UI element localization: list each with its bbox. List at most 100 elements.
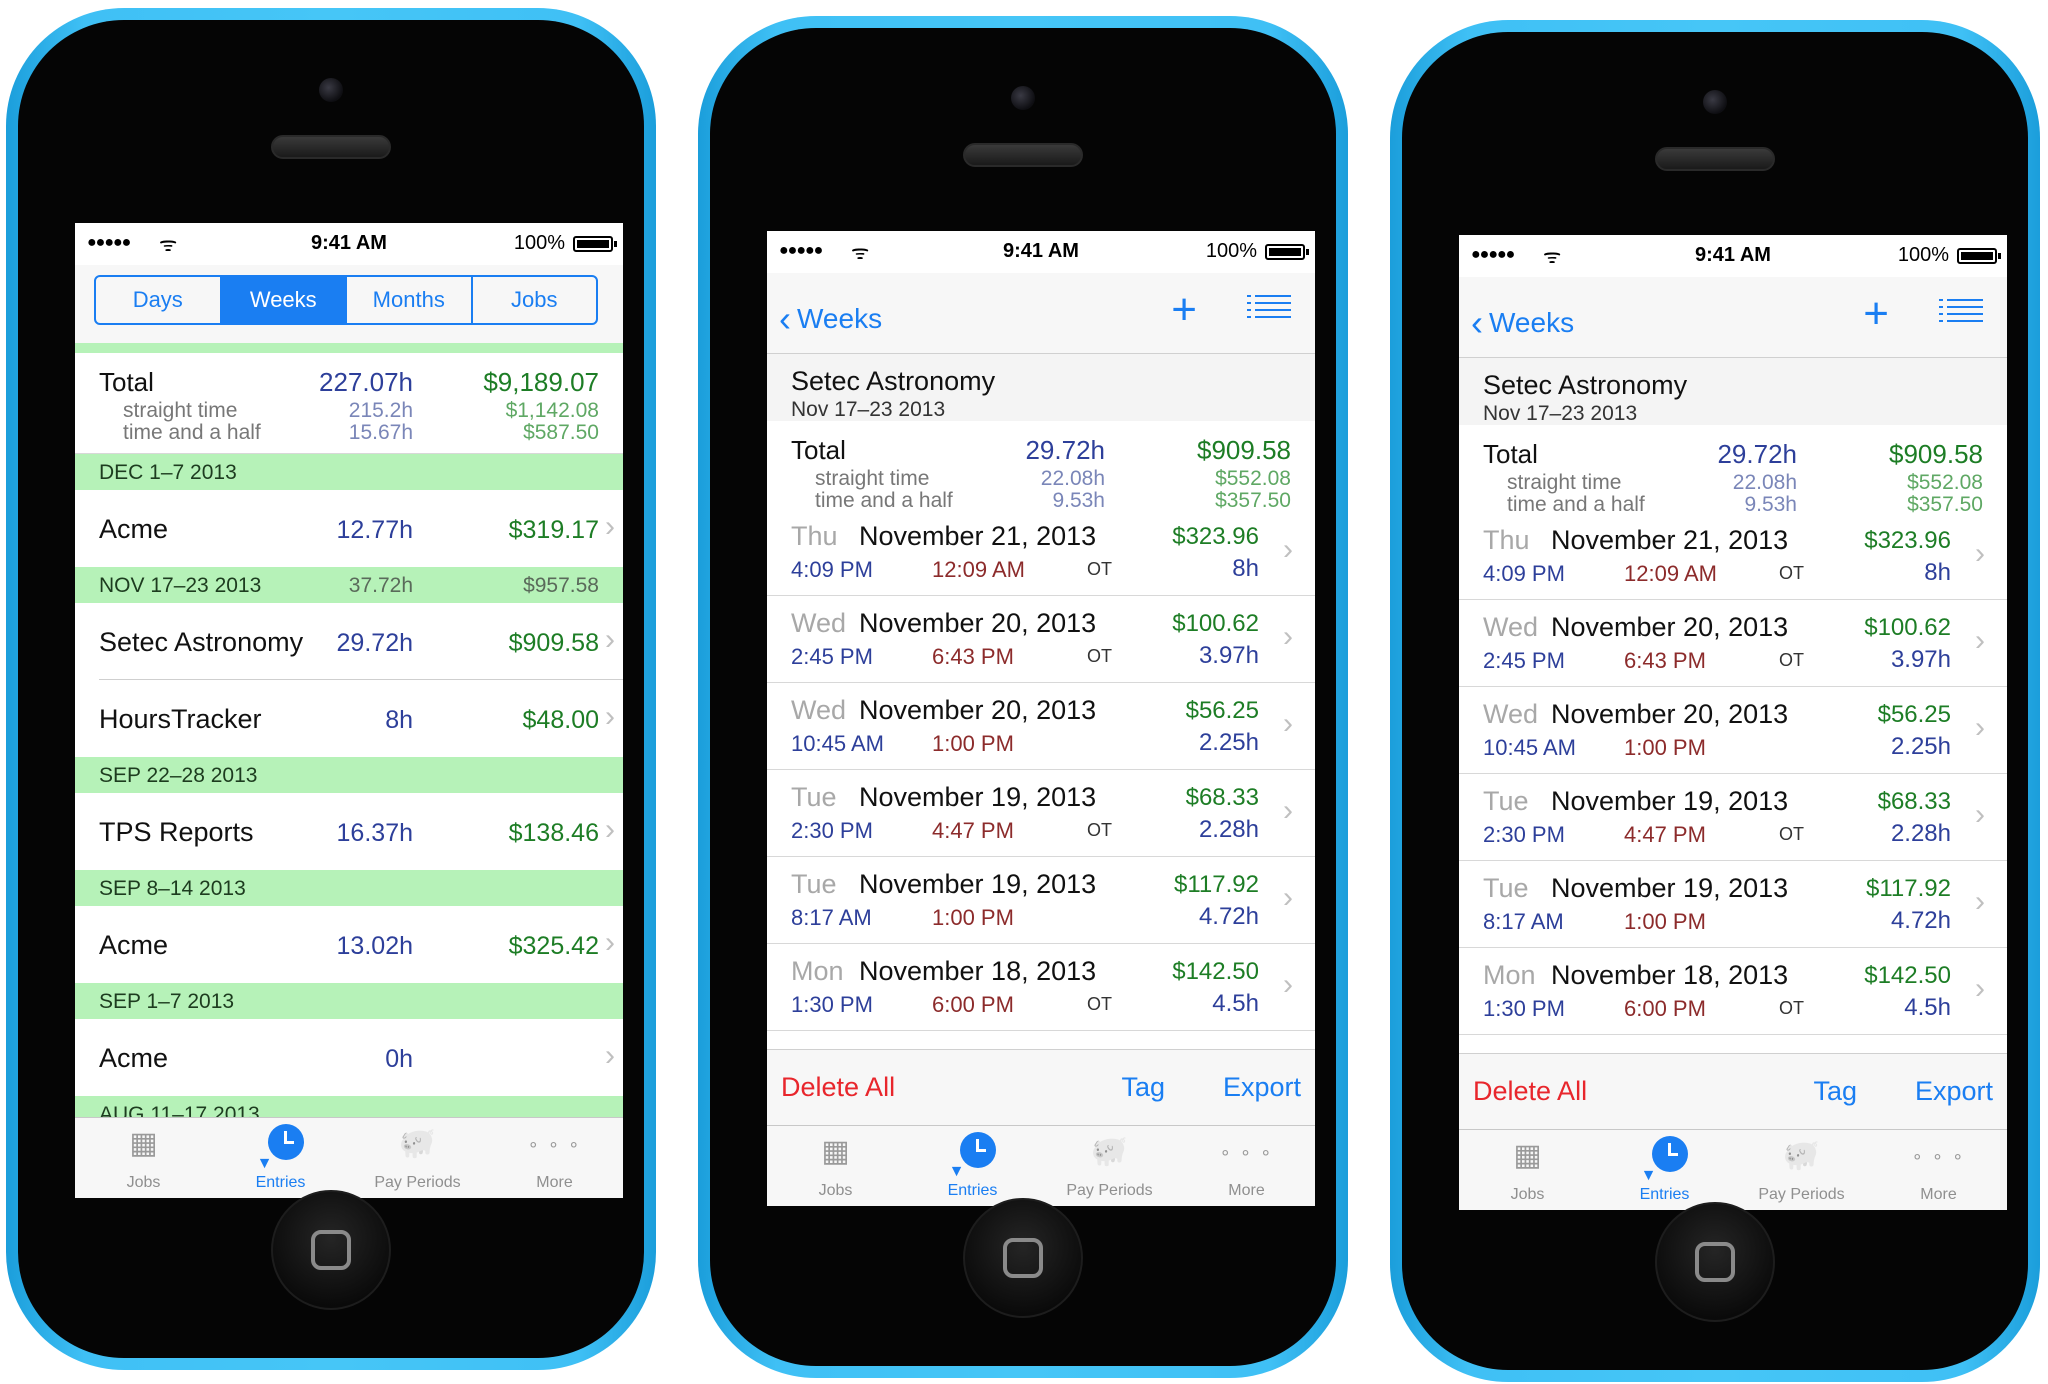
segment-days[interactable]: Days bbox=[96, 277, 222, 323]
total-amount: $9,189.07 bbox=[483, 367, 599, 397]
entry-end-time: 4:47 PM bbox=[932, 818, 1014, 843]
back-button[interactable]: ‹ Weeks bbox=[779, 295, 882, 339]
tab-entries[interactable]: ▼ Entries bbox=[212, 1118, 349, 1198]
tab-jobs[interactable]: ▦ Jobs bbox=[75, 1118, 212, 1198]
time-and-half-hours: 9.53h bbox=[1744, 493, 1797, 513]
entry-weekday: Tue bbox=[1483, 786, 1529, 816]
entry-date: November 21, 2013 bbox=[859, 521, 1097, 551]
tab-jobs[interactable]: ▦ Jobs bbox=[1459, 1130, 1596, 1210]
tab-more[interactable]: ∘ ∘ ∘ More bbox=[1178, 1126, 1315, 1206]
piggy-bank-icon: 🐖 bbox=[398, 1127, 437, 1160]
time-entry-row[interactable]: Wed November 20, 2013 10:45 AM 1:00 PM $… bbox=[1459, 687, 2007, 774]
entry-end-time: 12:09 AM bbox=[1624, 561, 1717, 586]
segment-weeks[interactable]: Weeks bbox=[221, 277, 347, 323]
add-entry-button[interactable]: + bbox=[1863, 289, 1889, 339]
tab-more[interactable]: ∘ ∘ ∘ More bbox=[486, 1118, 623, 1198]
home-button[interactable] bbox=[1655, 1202, 1775, 1322]
time-entry-row[interactable]: Thu November 21, 2013 4:09 PM 12:09 AM O… bbox=[767, 509, 1315, 596]
week-header: AUG 11–17 2013 bbox=[75, 1096, 623, 1118]
time-entry-row[interactable]: Tue November 19, 2013 2:30 PM 4:47 PM OT… bbox=[1459, 774, 2007, 861]
entry-end-time: 1:00 PM bbox=[1624, 735, 1706, 760]
week-header: NOV 17–23 2013 37.72h $957.58 bbox=[75, 567, 623, 603]
back-button[interactable]: ‹ Weeks bbox=[1471, 299, 1574, 343]
entries-list[interactable]: Total straight time time and a half 29.7… bbox=[767, 421, 1315, 1050]
job-hours: 29.72h bbox=[336, 629, 413, 657]
entries-list[interactable]: Total straight time time and a half 29.7… bbox=[1459, 425, 2007, 1054]
chevron-right-icon: › bbox=[1283, 968, 1293, 1001]
entry-end-time: 4:47 PM bbox=[1624, 822, 1706, 847]
job-row[interactable]: Acme 0h › bbox=[75, 1019, 623, 1096]
entry-amount: $100.62 bbox=[1864, 614, 1951, 641]
overtime-badge: OT bbox=[1779, 998, 1804, 1018]
time-entry-row[interactable]: Tue November 19, 2013 2:30 PM 4:47 PM OT… bbox=[767, 770, 1315, 857]
entry-date: November 18, 2013 bbox=[859, 956, 1097, 986]
phone-detail-a: ●●●●● ᯤ 9:41 AM 100% ‹ Weeks + Setec Astr… bbox=[698, 16, 1348, 1378]
home-button[interactable] bbox=[271, 1190, 391, 1310]
job-week-detail-screen: ●●●●● ᯤ 9:41 AM 100% ‹ Weeks + Setec Astr… bbox=[1459, 235, 2007, 1210]
time-entry-row[interactable]: Wed November 20, 2013 10:45 AM 1:00 PM $… bbox=[767, 683, 1315, 770]
home-button[interactable] bbox=[963, 1198, 1083, 1318]
camera-icon bbox=[1011, 86, 1035, 110]
job-row[interactable]: TPS Reports 16.37h $138.46 › bbox=[75, 793, 623, 870]
export-button[interactable]: Export bbox=[1915, 1076, 1993, 1107]
delete-all-button[interactable]: Delete All bbox=[781, 1072, 895, 1103]
entry-weekday: Mon bbox=[791, 956, 844, 986]
overtime-badge: OT bbox=[1087, 646, 1112, 666]
action-bar: Delete All Tag Export bbox=[1459, 1053, 2007, 1130]
time-entry-row[interactable]: Wed November 20, 2013 2:45 PM 6:43 PM OT… bbox=[1459, 600, 2007, 687]
overtime-badge: OT bbox=[1779, 824, 1804, 844]
tab-label: More bbox=[1228, 1182, 1265, 1199]
speaker-grille bbox=[271, 135, 391, 159]
building-icon: ▦ bbox=[1513, 1139, 1542, 1172]
tag-button[interactable]: Tag bbox=[1121, 1072, 1165, 1103]
tab-pay-periods[interactable]: 🐖 Pay Periods bbox=[1733, 1130, 1870, 1210]
clock-icon bbox=[960, 1132, 997, 1168]
entry-start-time: 4:09 PM bbox=[791, 557, 873, 582]
week-header: SEP 1–7 2013 bbox=[75, 983, 623, 1019]
tab-pay-periods[interactable]: 🐖 Pay Periods bbox=[349, 1118, 486, 1198]
straight-time-label: straight time bbox=[123, 399, 238, 422]
tab-entries[interactable]: ▼ Entries bbox=[904, 1126, 1041, 1206]
entry-hours: 2.28h bbox=[1198, 816, 1259, 843]
entry-date: November 19, 2013 bbox=[859, 782, 1097, 812]
export-button[interactable]: Export bbox=[1223, 1072, 1301, 1103]
time-entry-row[interactable]: Tue November 19, 2013 8:17 AM 1:00 PM $1… bbox=[767, 857, 1315, 944]
time-entry-row[interactable]: Mon November 18, 2013 1:30 PM 6:00 PM OT… bbox=[1459, 948, 2007, 1035]
entry-weekday: Wed bbox=[1483, 612, 1539, 642]
job-row[interactable]: Acme 13.02h $325.42 › bbox=[75, 906, 623, 983]
weeks-list[interactable]: Total straight time time and a half 227.… bbox=[75, 353, 623, 1118]
segment-months[interactable]: Months bbox=[347, 277, 473, 323]
entry-start-time: 8:17 AM bbox=[791, 905, 872, 930]
piggy-bank-icon: 🐖 bbox=[1090, 1135, 1129, 1168]
chevron-right-icon: › bbox=[1283, 620, 1293, 653]
entry-weekday: Thu bbox=[1483, 525, 1530, 555]
job-row[interactable]: Setec Astronomy 29.72h $909.58 › bbox=[75, 603, 623, 680]
job-row[interactable]: Acme 12.77h $319.17 › bbox=[75, 490, 623, 567]
time-entry-row[interactable]: Mon November 18, 2013 1:30 PM 6:00 PM OT… bbox=[767, 944, 1315, 1031]
tag-button[interactable]: Tag bbox=[1813, 1076, 1857, 1107]
add-entry-button[interactable]: + bbox=[1171, 285, 1197, 335]
tab-jobs[interactable]: ▦ Jobs bbox=[767, 1126, 904, 1206]
entry-hours: 3.97h bbox=[1198, 642, 1259, 669]
ellipsis-icon: ∘ ∘ ∘ bbox=[1219, 1142, 1274, 1162]
camera-icon bbox=[1703, 90, 1727, 114]
list-icon[interactable] bbox=[1939, 299, 1983, 329]
entry-date: November 19, 2013 bbox=[1551, 786, 1789, 816]
overtime-badge: OT bbox=[1087, 820, 1112, 840]
entry-weekday: Tue bbox=[791, 782, 837, 812]
segment-jobs[interactable]: Jobs bbox=[473, 277, 597, 323]
job-row[interactable]: HoursTracker 8h $48.00 › bbox=[75, 680, 623, 757]
overtime-badge: OT bbox=[1087, 559, 1112, 579]
time-entry-row[interactable]: Tue November 19, 2013 8:17 AM 1:00 PM $1… bbox=[1459, 861, 2007, 948]
week-header: SEP 8–14 2013 bbox=[75, 870, 623, 906]
list-icon[interactable] bbox=[1247, 295, 1291, 325]
tab-more[interactable]: ∘ ∘ ∘ More bbox=[1870, 1130, 2007, 1210]
time-entry-row[interactable]: Thu November 21, 2013 4:09 PM 12:09 AM O… bbox=[1459, 513, 2007, 600]
time-entry-row[interactable]: Wed November 20, 2013 2:45 PM 6:43 PM OT… bbox=[767, 596, 1315, 683]
job-header: Setec Astronomy Nov 17–23 2013 bbox=[767, 354, 1315, 423]
delete-all-button[interactable]: Delete All bbox=[1473, 1076, 1587, 1107]
straight-time-hours: 215.2h bbox=[348, 399, 413, 422]
job-hours: 13.02h bbox=[336, 932, 413, 960]
tab-pay-periods[interactable]: 🐖 Pay Periods bbox=[1041, 1126, 1178, 1206]
tab-entries[interactable]: ▼ Entries bbox=[1596, 1130, 1733, 1210]
